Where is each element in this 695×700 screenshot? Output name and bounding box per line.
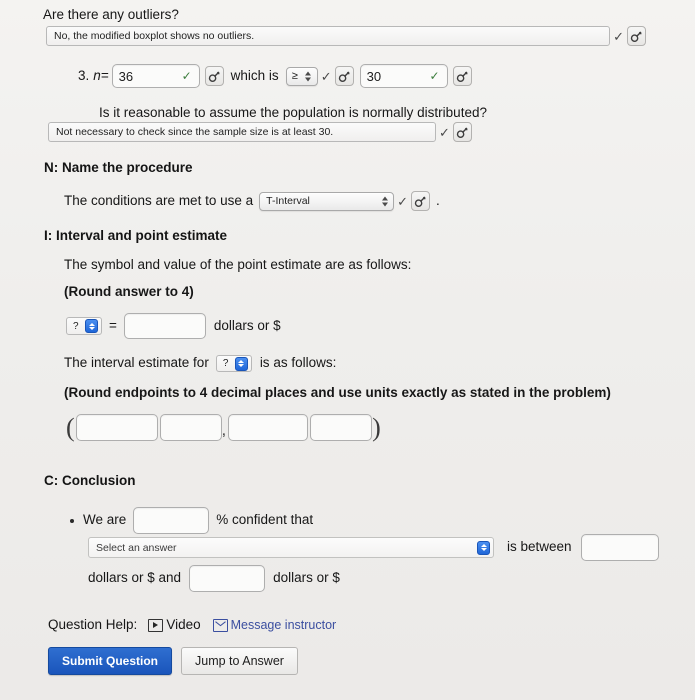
interval-boxes-row: ( , ) [66,414,381,441]
open-paren: ( [66,412,75,442]
action-buttons-row: Submit Question Jump to Answer [48,647,298,675]
interval-round-note: (Round endpoints to 4 decimal places and… [64,385,611,400]
point-estimate-line1: The symbol and value of the point estima… [64,257,412,272]
interval-point-heading: I: Interval and point estimate [44,228,228,243]
magnifier-icon[interactable] [411,191,431,211]
step3-number: 3. [78,67,90,83]
conclusion-is-between-label: is between [507,539,572,555]
interval-estimate-symbol-select[interactable]: ? [215,355,252,372]
jump-to-answer-button[interactable]: Jump to Answer [181,647,298,675]
stepper-icon[interactable] [380,195,389,208]
confidence-level-input[interactable] [133,507,210,534]
interval-estimate-line-end: is as follows: [259,355,337,371]
step3-comparison-value: ≥ [291,70,298,82]
message-instructor-link[interactable]: Message instructor [212,618,337,633]
point-estimate-symbol-value: ? [73,320,79,332]
interval-lower-input[interactable] [75,414,158,441]
normality-answer-select[interactable]: Not necessary to check since the sample … [48,122,436,142]
outliers-answer-select[interactable]: No, the modified boxplot shows no outlie… [46,26,611,46]
question-help-row: Question Help: Video Message instructor [48,617,336,634]
outliers-answer-select-value: No, the modified boxplot shows no outlie… [54,30,255,42]
normality-answer-select-value: Not necessary to check since the sample … [56,126,334,138]
name-procedure-sentence-end: . [436,192,440,208]
conclusion-lower-input[interactable] [580,534,659,561]
conclusion-units-end-label: dollars or $ [273,570,340,586]
interval-estimate-label-row: The interval estimate for ? is as follow… [64,355,336,372]
check-icon: ✓ [320,68,332,84]
interval-comma: , [221,422,227,439]
interval-estimate-symbol-value: ? [222,358,229,369]
magnifier-icon[interactable] [204,66,224,86]
normality-answer-row: Not necessary to check since the sample … [48,122,472,142]
step3-n-input[interactable]: 36 ✓ [111,64,200,88]
name-procedure-sentence-start: The conditions are met to use a [64,192,254,208]
check-icon: ✓ [439,124,450,140]
conclusion-percent-label: % confident that [216,512,314,528]
envelope-icon [212,618,228,632]
step3-comparison-select[interactable]: ≥ [285,66,318,86]
interval-estimate-line-start: The interval estimate for [64,355,209,371]
step3-threshold-value: 30 [366,68,382,84]
conclusion-upper-input[interactable] [189,565,266,592]
conclusion-heading: C: Conclusion [44,473,136,488]
step3-which-is-label: which is [230,67,279,83]
check-icon: ✓ [181,69,192,83]
conclusion-confidence-row: We are % confident that [70,507,313,534]
stepper-icon[interactable] [234,356,248,371]
step3-threshold-input[interactable]: 30 ✓ [359,64,448,88]
stepper-icon[interactable] [594,30,603,43]
procedure-select[interactable]: T-Interval [259,191,395,211]
magnifier-icon[interactable] [452,122,472,142]
point-estimate-units: dollars or $ [213,317,281,333]
interval-lower-units-input[interactable] [159,414,222,441]
interval-upper-units-input[interactable] [310,414,373,441]
conclusion-units-row: dollars or $ and dollars or $ [88,565,340,592]
conclusion-answer-row: Select an answer is between [88,534,688,561]
conclusion-units-and-label: dollars or $ and [88,570,182,586]
point-estimate-round-note: (Round answer to 4) [64,284,194,299]
step3-n-value: 36 [118,68,134,84]
check-icon: ✓ [429,69,440,83]
point-estimate-row: ? = dollars or $ [66,313,281,339]
conclusion-answer-select-value: Select an answer [96,541,177,554]
outliers-answer-row: No, the modified boxplot shows no outlie… [46,26,646,46]
name-procedure-heading: N: Name the procedure [44,160,193,175]
message-instructor-label: Message instructor [230,618,337,633]
close-paren: ) [372,412,381,442]
check-icon: ✓ [397,193,409,209]
stepper-icon[interactable] [477,540,490,555]
magnifier-icon[interactable] [452,66,472,86]
check-icon: ✓ [613,28,624,44]
step3-n-label: n= [93,67,109,83]
bullet-icon [70,518,74,523]
interval-upper-input[interactable] [228,414,309,441]
play-icon [148,618,164,632]
step3-row: 3. n= 36 ✓ which is ≥ ✓ 30 ✓ [78,64,472,88]
magnifier-icon[interactable] [334,66,354,86]
video-help-link[interactable]: Video [148,617,201,634]
stepper-icon[interactable] [304,70,313,83]
point-estimate-symbol-select[interactable]: ? [66,317,102,335]
procedure-select-value: T-Interval [266,195,310,207]
question-help-label: Question Help: [48,617,138,632]
point-estimate-input[interactable] [123,313,206,339]
submit-question-button[interactable]: Submit Question [48,647,172,675]
stepper-icon[interactable] [420,126,429,139]
conclusion-answer-select[interactable]: Select an answer [88,537,494,558]
magnifier-icon[interactable] [627,26,646,46]
name-procedure-row: The conditions are met to use a T-Interv… [64,191,440,211]
video-help-label: Video [166,617,201,632]
normality-question-text: Is it reasonable to assume the populatio… [99,105,487,120]
stepper-icon[interactable] [85,319,98,333]
worksheet-page: Are there any outliers? No, the modified… [0,0,695,700]
conclusion-we-are-label: We are [83,512,127,528]
point-estimate-equals: = [109,317,117,333]
outliers-question-text: Are there any outliers? [43,7,179,22]
